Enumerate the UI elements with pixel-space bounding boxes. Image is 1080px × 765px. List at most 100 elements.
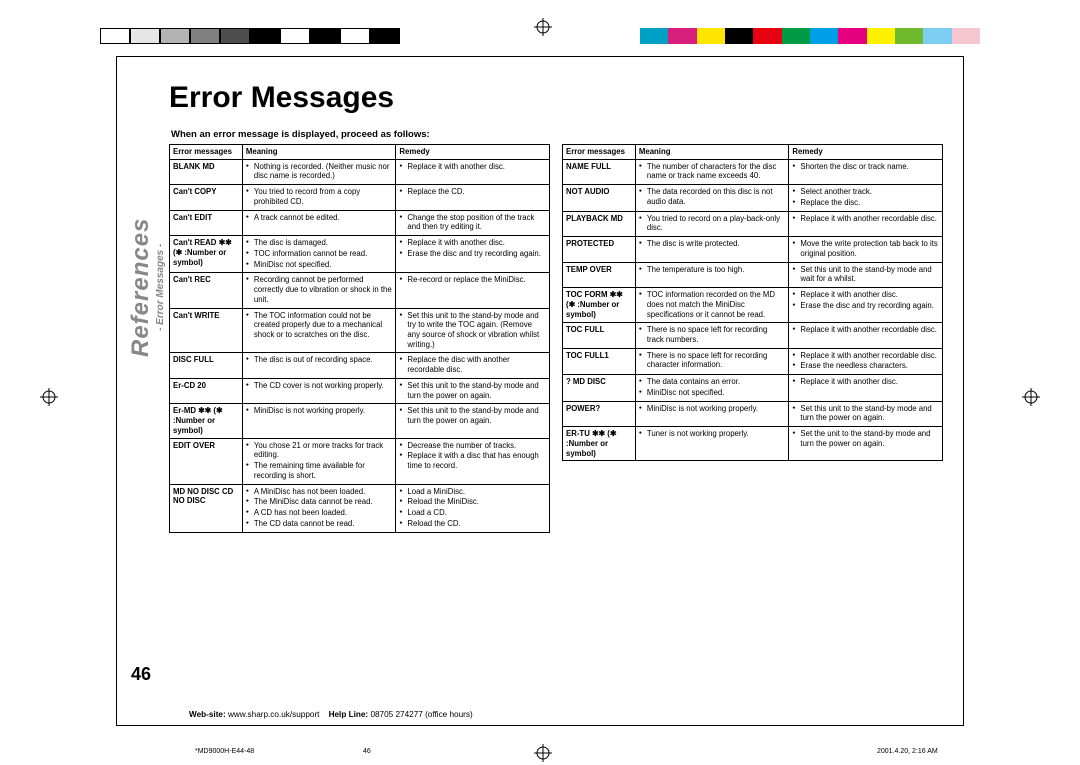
meaning-cell: The disc is write protected.: [635, 237, 789, 262]
remedy-cell: Re-record or replace the MiniDisc.: [396, 273, 550, 308]
remedy-cell: Move the write protection tab back to it…: [789, 237, 943, 262]
error-code: Can't EDIT: [170, 210, 243, 235]
th-remedy: Remedy: [789, 145, 943, 160]
remedy-cell: Set this unit to the stand-by mode and t…: [396, 404, 550, 438]
remedy-cell: Replace it with another disc.Erase the d…: [396, 236, 550, 273]
th-error: Error messages: [170, 145, 243, 160]
th-remedy: Remedy: [396, 145, 550, 160]
error-code: TEMP OVER: [563, 262, 636, 287]
registration-mark-right: [1022, 388, 1040, 409]
page-number: 46: [131, 664, 151, 685]
remedy-cell: Replace the CD.: [396, 185, 550, 210]
meaning-cell: TOC information recorded on the MD does …: [635, 288, 789, 323]
section-subtitle: - Error Messages -: [155, 218, 166, 357]
error-code: ? MD DISC: [563, 375, 636, 401]
table-row: TEMP OVERThe temperature is too high.Set…: [563, 262, 943, 287]
page-footer: Web-site: www.sharp.co.uk/support Help L…: [189, 710, 473, 719]
left-column: Error messages Meaning Remedy BLANK MDNo…: [169, 144, 550, 533]
remedy-cell: Replace the disc with another recordable…: [396, 353, 550, 378]
error-code: NAME FULL: [563, 159, 636, 184]
web-label: Web-site:: [189, 710, 226, 719]
intro-text: When an error message is displayed, proc…: [171, 129, 943, 140]
error-code: PLAYBACK MD: [563, 211, 636, 236]
error-code: DISC FULL: [170, 353, 243, 378]
remedy-cell: Replace it with another recordable disc.…: [789, 348, 943, 374]
meaning-cell: You chose 21 or more tracks for track ed…: [242, 438, 396, 484]
table-row: BLANK MDNothing is recorded. (Neither mu…: [170, 159, 550, 184]
right-column: Error messages Meaning Remedy NAME FULLT…: [562, 144, 943, 533]
remedy-cell: Set this unit to the stand-by mode and t…: [396, 378, 550, 403]
remedy-cell: Change the stop position of the track an…: [396, 210, 550, 235]
columns: Error messages Meaning Remedy BLANK MDNo…: [169, 144, 943, 533]
error-code: BLANK MD: [170, 159, 243, 184]
remedy-cell: Replace it with another disc.: [396, 159, 550, 184]
th-meaning: Meaning: [635, 145, 789, 160]
meaning-cell: There is no space left for recording cha…: [635, 348, 789, 374]
table-row: TOC FULL1There is no space left for reco…: [563, 348, 943, 374]
error-code: Can't READ ✱✱ (✱ :Number or symbol): [170, 236, 243, 273]
section-title: References: [127, 218, 154, 357]
table-row: NOT AUDIOThe data recorded on this disc …: [563, 185, 943, 211]
remedy-cell: Shorten the disc or track name.: [789, 159, 943, 184]
print-slug-file: *MD9000H-E44-48: [195, 748, 254, 755]
th-meaning: Meaning: [242, 145, 396, 160]
table-row: TOC FORM ✱✱ (✱ :Number or symbol)TOC inf…: [563, 288, 943, 323]
table-row: TOC FULLThere is no space left for recor…: [563, 323, 943, 348]
meaning-cell: The temperature is too high.: [635, 262, 789, 287]
colorbar-grayscale: [100, 28, 400, 44]
error-code: Can't REC: [170, 273, 243, 308]
error-code: MD NO DISC CD NO DISC: [170, 484, 243, 532]
table-row: Er-MD ✱✱ (✱ :Number or symbol)MiniDisc i…: [170, 404, 550, 438]
content-area: Error Messages When an error message is …: [169, 81, 943, 691]
web-url: www.sharp.co.uk/support: [228, 710, 319, 719]
remedy-cell: Set this unit to the stand-by mode and w…: [789, 262, 943, 287]
error-code: Er-CD 20: [170, 378, 243, 403]
remedy-cell: Set the unit to the stand-by mode and tu…: [789, 427, 943, 461]
remedy-cell: Replace it with another recordable disc.: [789, 323, 943, 348]
helpline-label: Help Line:: [329, 710, 369, 719]
remedy-cell: Set this unit to the stand-by mode and t…: [396, 308, 550, 353]
table-row: ? MD DISCThe data contains an error.Mini…: [563, 375, 943, 401]
table-row: Can't COPYYou tried to record from a cop…: [170, 185, 550, 210]
table-row: ER-TU ✱✱ (✱ :Number or symbol)Tuner is n…: [563, 427, 943, 461]
remedy-cell: Replace it with another recordable disc.: [789, 211, 943, 236]
meaning-cell: The data recorded on this disc is not au…: [635, 185, 789, 211]
error-code: POWER?: [563, 401, 636, 426]
table-row: Can't RECRecording cannot be performed c…: [170, 273, 550, 308]
helpline-number: 08705 274277 (office hours): [370, 710, 472, 719]
registration-mark-bottom: [534, 744, 552, 765]
table-row: POWER?MiniDisc is not working properly.S…: [563, 401, 943, 426]
error-code: TOC FULL1: [563, 348, 636, 374]
page-title: Error Messages: [169, 81, 943, 115]
table-row: Can't WRITEThe TOC information could not…: [170, 308, 550, 353]
remedy-cell: Replace it with another disc.Erase the d…: [789, 288, 943, 323]
meaning-cell: The number of characters for the disc na…: [635, 159, 789, 184]
error-table-left: Error messages Meaning Remedy BLANK MDNo…: [169, 144, 550, 533]
remedy-cell: Replace it with another disc.: [789, 375, 943, 401]
meaning-cell: Recording cannot be performed correctly …: [242, 273, 396, 308]
print-slug-page: 46: [363, 748, 371, 755]
table-row: DISC FULLThe disc is out of recording sp…: [170, 353, 550, 378]
meaning-cell: There is no space left for recording tra…: [635, 323, 789, 348]
table-row: Er-CD 20The CD cover is not working prop…: [170, 378, 550, 403]
table-row: NAME FULLThe number of characters for th…: [563, 159, 943, 184]
table-row: Can't READ ✱✱ (✱ :Number or symbol)The d…: [170, 236, 550, 273]
meaning-cell: The disc is out of recording space.: [242, 353, 396, 378]
page-frame: References - Error Messages - 46 Error M…: [116, 56, 964, 726]
table-row: PLAYBACK MDYou tried to record on a play…: [563, 211, 943, 236]
section-tab: References - Error Messages -: [127, 218, 166, 357]
meaning-cell: The TOC information could not be created…: [242, 308, 396, 353]
meaning-cell: Tuner is not working properly.: [635, 427, 789, 461]
error-code: ER-TU ✱✱ (✱ :Number or symbol): [563, 427, 636, 461]
error-code: PROTECTED: [563, 237, 636, 262]
registration-mark-left: [40, 388, 58, 409]
table-row: PROTECTEDThe disc is write protected.Mov…: [563, 237, 943, 262]
meaning-cell: You tried to record from a copy prohibit…: [242, 185, 396, 210]
meaning-cell: MiniDisc is not working properly.: [635, 401, 789, 426]
print-page: References - Error Messages - 46 Error M…: [0, 0, 1080, 763]
table-row: EDIT OVERYou chose 21 or more tracks for…: [170, 438, 550, 484]
error-code: TOC FORM ✱✱ (✱ :Number or symbol): [563, 288, 636, 323]
meaning-cell: MiniDisc is not working properly.: [242, 404, 396, 438]
error-table-right: Error messages Meaning Remedy NAME FULLT…: [562, 144, 943, 461]
meaning-cell: The data contains an error.MiniDisc not …: [635, 375, 789, 401]
